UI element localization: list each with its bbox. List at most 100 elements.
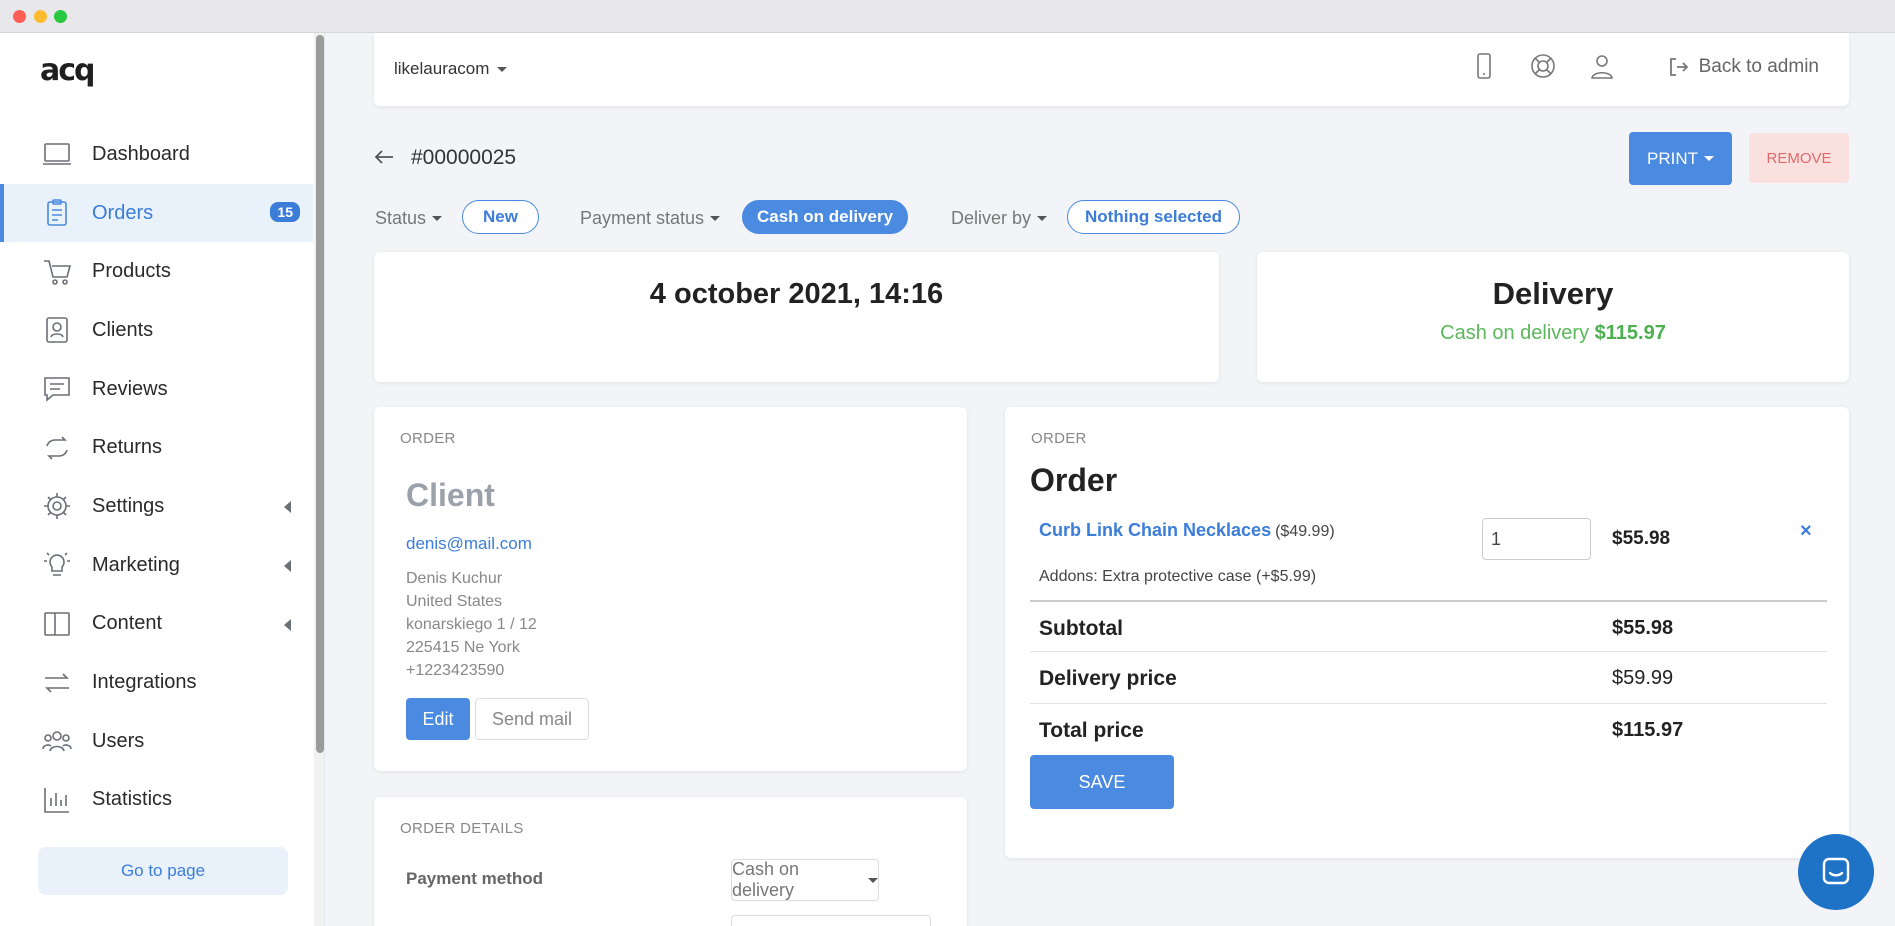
product-unit-price: ($49.99) bbox=[1275, 523, 1335, 540]
sidebar-item-label: Integrations bbox=[92, 671, 197, 694]
delivery-summary: Cash on delivery $115.97 bbox=[1257, 322, 1849, 345]
card-tag: ORDER bbox=[1031, 430, 1087, 447]
sidebar-item-returns[interactable]: Returns bbox=[0, 418, 313, 477]
total-price-row: Total price $115.97 bbox=[1030, 703, 1827, 754]
remove-item-icon[interactable]: × bbox=[1800, 520, 1812, 543]
back-arrow-icon[interactable] bbox=[373, 146, 395, 168]
sidebar-item-products[interactable]: Products bbox=[0, 242, 313, 301]
chat-bubble-icon bbox=[1822, 857, 1850, 885]
sidebar-nav: Dashboard Orders 15 Products Clients Rev… bbox=[0, 125, 313, 829]
chat-widget-button[interactable] bbox=[1798, 834, 1874, 910]
deliver-by-dropdown[interactable]: Deliver by bbox=[951, 208, 1048, 229]
edit-client-button[interactable]: Edit bbox=[406, 698, 470, 740]
sign-out-icon bbox=[1669, 58, 1688, 76]
sidebar-item-users[interactable]: Users bbox=[0, 712, 313, 771]
status-dropdown[interactable]: Status bbox=[375, 208, 443, 229]
print-button[interactable]: PRINT bbox=[1629, 132, 1732, 185]
product-name: Curb Link Chain Necklaces bbox=[1039, 520, 1272, 540]
payment-method-value: Cash on delivery bbox=[732, 859, 800, 900]
delivery-price-row: Delivery price $59.99 bbox=[1030, 651, 1827, 702]
chevron-down-icon bbox=[868, 877, 878, 883]
chat-icon bbox=[40, 372, 74, 406]
sidebar-item-clients[interactable]: Clients bbox=[0, 301, 313, 360]
sidebar-item-label: Reviews bbox=[92, 377, 168, 400]
total-price-value: $115.97 bbox=[1612, 719, 1684, 741]
save-button[interactable]: SAVE bbox=[1030, 755, 1174, 809]
delivery-price-value: $59.99 bbox=[1612, 667, 1674, 689]
app-logo[interactable]: acq bbox=[40, 53, 95, 88]
layout-icon bbox=[40, 607, 74, 641]
payment-status-dropdown[interactable]: Payment status bbox=[580, 208, 721, 229]
sidebar-item-integrations[interactable]: Integrations bbox=[0, 653, 313, 712]
expand-caret-icon bbox=[284, 618, 291, 631]
secondary-select[interactable] bbox=[731, 915, 931, 926]
window-titlebar bbox=[0, 0, 1895, 33]
back-to-admin-label: Back to admin bbox=[1698, 56, 1819, 77]
bar-chart-icon bbox=[40, 783, 74, 817]
client-city: 225415 Ne York bbox=[406, 639, 520, 656]
subtotal-row: Subtotal $55.98 bbox=[1030, 600, 1827, 651]
order-items-card: ORDER Order Curb Link Chain Necklaces ($4… bbox=[1005, 407, 1849, 858]
sidebar-item-label: Marketing bbox=[92, 553, 180, 576]
users-icon bbox=[40, 724, 74, 758]
close-window-button[interactable] bbox=[13, 10, 26, 23]
product-link[interactable]: Curb Link Chain Necklaces ($49.99) bbox=[1039, 520, 1335, 541]
card-tag: ORDER DETAILS bbox=[400, 820, 524, 837]
expand-caret-icon bbox=[284, 501, 291, 514]
sidebar-item-label: Content bbox=[92, 612, 163, 635]
expand-caret-icon bbox=[284, 559, 291, 572]
addons-text: Addons: Extra protective case (+$5.99) bbox=[1039, 568, 1317, 585]
sidebar-item-orders[interactable]: Orders 15 bbox=[0, 183, 313, 243]
line-total: $55.98 bbox=[1612, 528, 1671, 549]
chevron-down-icon bbox=[432, 216, 443, 221]
sidebar-item-label: Users bbox=[92, 729, 145, 752]
support-lifebuoy-icon[interactable] bbox=[1528, 51, 1560, 83]
mobile-icon[interactable] bbox=[1469, 51, 1501, 83]
payment-status-pill[interactable]: Cash on delivery bbox=[742, 200, 908, 234]
minimize-window-button[interactable] bbox=[34, 10, 47, 23]
chevron-down-icon bbox=[710, 216, 721, 221]
client-country: United States bbox=[406, 593, 503, 610]
back-to-admin-link[interactable]: Back to admin bbox=[1667, 56, 1819, 78]
store-selector[interactable]: likelauracom bbox=[394, 59, 508, 79]
client-title: Client bbox=[406, 477, 495, 513]
dashboard-icon bbox=[40, 137, 74, 171]
status-pill[interactable]: New bbox=[462, 200, 539, 234]
send-mail-button[interactable]: Send mail bbox=[475, 698, 589, 740]
sidebar-scrollbar[interactable] bbox=[314, 33, 324, 926]
maximize-window-button[interactable] bbox=[54, 10, 67, 23]
deliver-by-label: Deliver by bbox=[951, 208, 1032, 228]
delivery-method: Cash on delivery bbox=[1440, 322, 1590, 344]
client-phone: +1223423590 bbox=[406, 662, 505, 679]
client-email-link[interactable]: denis@mail.com bbox=[406, 534, 532, 554]
total-price-label: Total price bbox=[1039, 719, 1144, 742]
gear-icon bbox=[40, 489, 74, 523]
client-card: ORDER Client denis@mail.com Denis Kuchur… bbox=[374, 407, 967, 771]
delivery-title: Delivery bbox=[1492, 276, 1614, 311]
chevron-down-icon bbox=[1037, 216, 1048, 221]
payment-method-label: Payment method bbox=[406, 869, 543, 888]
lightbulb-icon bbox=[40, 548, 74, 582]
sidebar-item-marketing[interactable]: Marketing bbox=[0, 536, 313, 595]
quantity-input[interactable] bbox=[1482, 518, 1591, 560]
delivery-card: Delivery Cash on delivery $115.97 bbox=[1257, 252, 1849, 382]
deliver-by-pill[interactable]: Nothing selected bbox=[1067, 200, 1240, 234]
subtotal-value: $55.98 bbox=[1612, 617, 1674, 639]
sidebar-item-settings[interactable]: Settings bbox=[0, 477, 313, 536]
order-details-card: ORDER DETAILS Payment method Cash on del… bbox=[374, 797, 967, 926]
remove-button[interactable]: REMOVE bbox=[1749, 133, 1849, 183]
sidebar-item-reviews[interactable]: Reviews bbox=[0, 360, 313, 419]
user-profile-icon[interactable] bbox=[1587, 51, 1619, 83]
payment-method-select[interactable]: Cash on delivery bbox=[731, 859, 879, 901]
delivery-amount: $115.97 bbox=[1594, 322, 1666, 344]
sidebar-scroll-thumb[interactable] bbox=[316, 35, 324, 753]
sidebar-item-label: Products bbox=[92, 260, 171, 283]
sidebar-item-statistics[interactable]: Statistics bbox=[0, 771, 313, 830]
order-number: #00000025 bbox=[411, 146, 517, 169]
sidebar-item-label: Statistics bbox=[92, 788, 173, 811]
sidebar-item-content[interactable]: Content bbox=[0, 595, 313, 654]
payment-status-label: Payment status bbox=[580, 208, 705, 228]
go-to-page-button[interactable]: Go to page bbox=[38, 847, 288, 895]
clipboard-icon bbox=[40, 196, 74, 230]
sidebar-item-dashboard[interactable]: Dashboard bbox=[0, 125, 313, 184]
